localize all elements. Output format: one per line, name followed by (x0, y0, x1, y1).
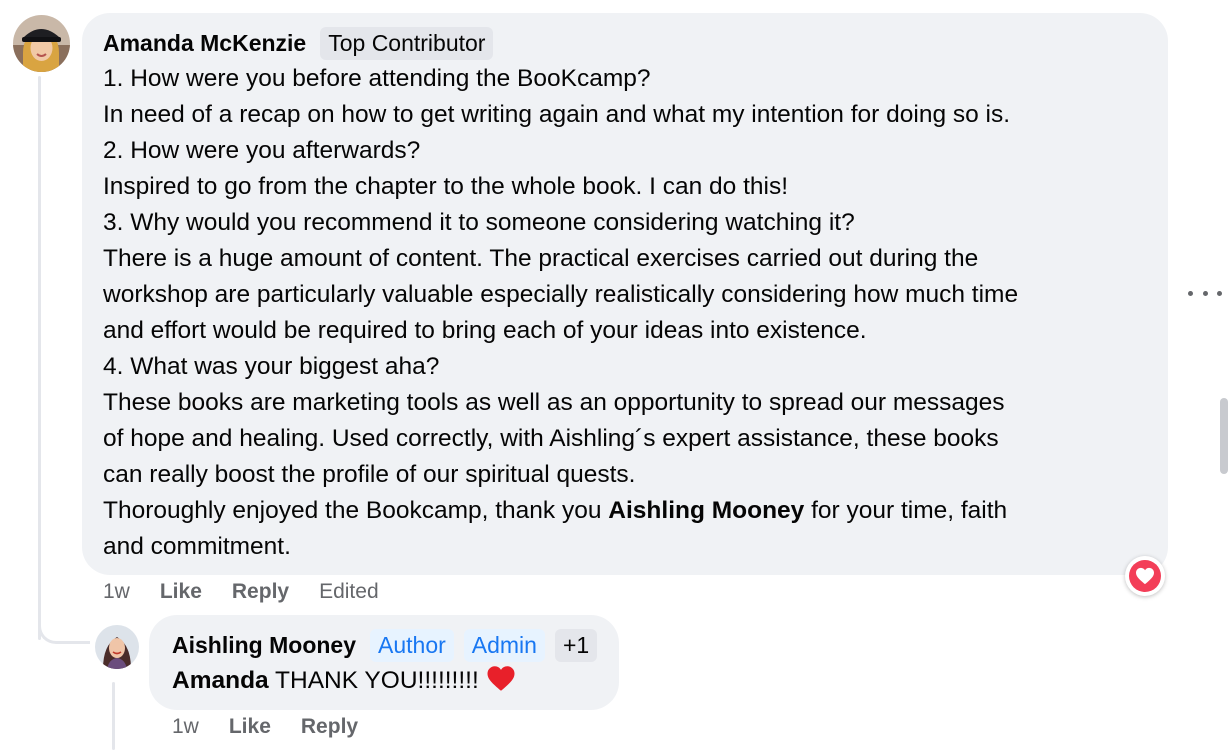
comment-line: These books are marketing tools as well … (103, 389, 1005, 416)
comment-line: 4. What was your biggest aha? (103, 353, 440, 380)
reply-timestamp[interactable]: 1w (172, 715, 199, 739)
comment-line: Inspired to go from the chapter to the w… (103, 173, 789, 200)
reply-actions: 1w Like Reply (172, 713, 388, 741)
comment-line: There is a huge amount of content. The p… (103, 245, 979, 272)
mention-aishling-mooney[interactable]: Aishling Mooney (608, 497, 804, 524)
comment-line: 2. How were you afterwards? (103, 137, 421, 164)
thread-connector (38, 600, 90, 644)
comment-actions: 1w Like Reply Edited (103, 578, 379, 606)
admin-badge[interactable]: Admin (463, 628, 545, 662)
top-contributor-badge[interactable]: Top Contributor (320, 26, 494, 60)
comment-bubble: Amanda McKenzie Top Contributor 1. How w… (82, 13, 1168, 575)
reply-body: Amanda THANK YOU!!!!!!!!! (172, 663, 599, 703)
more-options-icon[interactable] (1188, 286, 1222, 300)
comment-line-with-mention: Thoroughly enjoyed the Bookcamp, thank y… (103, 493, 1148, 529)
edited-label[interactable]: Edited (319, 580, 379, 604)
comment-line: 3. Why would you recommend it to someone… (103, 209, 855, 236)
like-button[interactable]: Like (160, 580, 202, 604)
comment-line: and effort would be required to bring ea… (103, 317, 867, 344)
reply-reply-button[interactable]: Reply (301, 715, 358, 739)
comment-line: In need of a recap on how to get writing… (103, 101, 1011, 128)
heart-reaction-badge (1129, 560, 1161, 592)
comment-author-name[interactable]: Amanda McKenzie (103, 30, 306, 57)
comment-line: can really boost the profile of our spir… (103, 461, 636, 488)
comment-line: and commitment. (103, 533, 291, 560)
red-heart-emoji-icon (486, 665, 516, 703)
author-badge[interactable]: Author (370, 628, 454, 662)
comment-line: workshop are particularly valuable espec… (103, 281, 1019, 308)
comment-body: 1. How were you before attending the Boo… (103, 61, 1148, 565)
comment-line: of hope and healing. Used correctly, wit… (103, 425, 999, 452)
avatar-aishling[interactable] (95, 625, 139, 669)
thread-line-reply (112, 682, 115, 750)
reply-header: Aishling Mooney Author Admin +1 (172, 627, 599, 663)
scrollbar-thumb[interactable] (1220, 398, 1228, 474)
reply-author-name[interactable]: Aishling Mooney (172, 632, 356, 659)
reply-like-button[interactable]: Like (229, 715, 271, 739)
comment-timestamp[interactable]: 1w (103, 580, 130, 604)
reply-button[interactable]: Reply (232, 580, 289, 604)
reply-bubble: Aishling Mooney Author Admin +1 Amanda T… (149, 615, 619, 710)
reply-text: THANK YOU!!!!!!!!! (268, 667, 486, 694)
heart-reaction-icon[interactable] (1125, 556, 1165, 596)
comment-line: 1. How were you before attending the Boo… (103, 65, 651, 92)
comment-text: for your time, faith (804, 497, 1008, 524)
comment-header: Amanda McKenzie Top Contributor (103, 25, 1148, 61)
comment-text: Thoroughly enjoyed the Bookcamp, thank y… (103, 497, 609, 524)
thread-line (38, 76, 41, 640)
mention-amanda[interactable]: Amanda (172, 667, 269, 694)
avatar-amanda[interactable] (13, 15, 70, 72)
more-badges-count[interactable]: +1 (554, 628, 598, 662)
